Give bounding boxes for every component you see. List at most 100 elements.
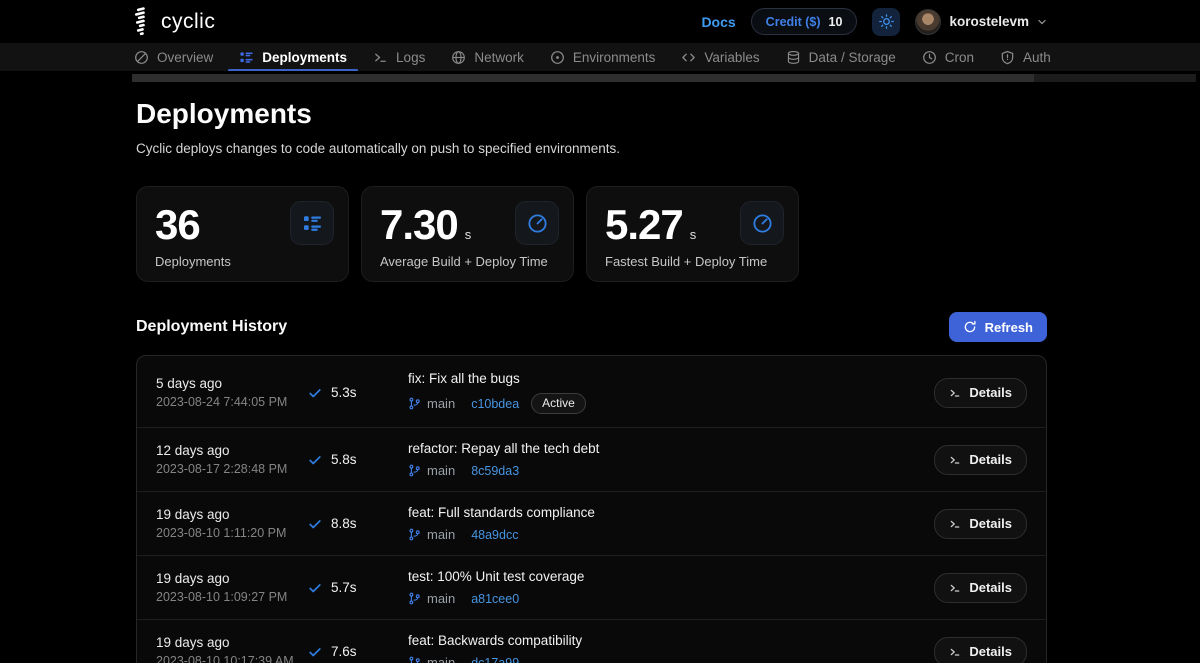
app-header: cyclic Docs Credit ($) 10 korostelevm <box>0 0 1200 43</box>
refresh-label: Refresh <box>985 320 1033 335</box>
stat-value: 36 <box>155 201 200 249</box>
details-label: Details <box>969 580 1012 595</box>
globe-icon <box>451 50 466 65</box>
commit-hash-link[interactable]: 48a9dcc <box>471 528 518 542</box>
deployment-history-panel: 5 days ago 2023-08-24 7:44:05 PM 5.3s fi… <box>136 355 1047 663</box>
commit-hash-link[interactable]: 8c59da3 <box>471 464 519 478</box>
branch-name: main <box>427 396 455 411</box>
stat-label: Average Build + Deploy Time <box>380 254 548 269</box>
nav-scrollbar <box>0 74 1200 82</box>
commit-message: feat: Full standards compliance <box>408 505 934 520</box>
timer-icon <box>515 201 559 245</box>
page-title: Deployments <box>136 98 1047 130</box>
branch-name: main <box>427 591 455 606</box>
tab-label: Data / Storage <box>809 50 896 65</box>
terminal-icon <box>949 582 961 594</box>
check-icon <box>308 453 322 467</box>
details-button[interactable]: Details <box>934 637 1027 663</box>
timer-icon <box>740 201 784 245</box>
terminal-icon <box>949 646 961 658</box>
tab-logs[interactable]: Logs <box>360 43 438 71</box>
deploy-status: 8.8s <box>308 516 408 531</box>
relative-time: 19 days ago <box>156 571 308 586</box>
tab-environments[interactable]: Environments <box>537 43 669 71</box>
stats-row: 36 Deployments 7.30 s <box>136 186 1047 282</box>
check-icon <box>308 581 322 595</box>
commit-hash-link[interactable]: a81cee0 <box>471 592 519 606</box>
deploy-when: 12 days ago 2023-08-17 2:28:48 PM <box>156 443 308 476</box>
details-button[interactable]: Details <box>934 573 1027 603</box>
nav-scrollbar-thumb[interactable] <box>132 74 1034 82</box>
tab-cron[interactable]: Cron <box>909 43 987 71</box>
tab-label: Variables <box>704 50 759 65</box>
nav-tabs: Overview Deployments Logs <box>0 43 1055 71</box>
chevron-down-icon <box>1037 17 1047 27</box>
tab-label: Logs <box>396 50 425 65</box>
tab-overview[interactable]: Overview <box>121 43 226 71</box>
deploy-status: 7.6s <box>308 644 408 659</box>
refresh-icon <box>963 320 977 334</box>
git-branch-icon <box>408 592 421 605</box>
details-label: Details <box>969 452 1012 467</box>
terminal-icon <box>949 387 961 399</box>
deploy-when: 5 days ago 2023-08-24 7:44:05 PM <box>156 376 308 409</box>
main-content: Deployments Cyclic deploys changes to co… <box>136 98 1047 663</box>
commit-message: feat: Backwards compatibility <box>408 633 934 648</box>
tab-auth[interactable]: Auth <box>987 43 1055 71</box>
build-duration: 7.6s <box>331 644 357 659</box>
credit-button[interactable]: Credit ($) 10 <box>751 8 858 35</box>
theme-toggle-button[interactable] <box>872 8 900 36</box>
account-menu[interactable]: korostelevm <box>915 9 1047 35</box>
details-label: Details <box>969 385 1012 400</box>
terminal-icon <box>373 50 388 65</box>
git-branch-icon <box>408 656 421 663</box>
timestamp: 2023-08-10 10:17:39 AM <box>156 654 308 663</box>
details-button[interactable]: Details <box>934 445 1027 475</box>
docs-link[interactable]: Docs <box>701 14 735 30</box>
tab-label: Environments <box>573 50 656 65</box>
sun-icon <box>879 14 894 29</box>
username: korostelevm <box>949 14 1029 29</box>
stat-label: Deployments <box>155 254 231 269</box>
build-duration: 5.3s <box>331 385 357 400</box>
deploy-commit: feat: Backwards compatibility main dc17a… <box>408 633 934 663</box>
header-actions: Docs Credit ($) 10 korostelevm <box>701 8 1047 36</box>
refresh-button[interactable]: Refresh <box>949 312 1047 342</box>
tab-deployments[interactable]: Deployments <box>226 43 360 71</box>
stat-value: 5.27 <box>605 201 683 249</box>
history-title: Deployment History <box>136 318 287 336</box>
deployment-row: 19 days ago 2023-08-10 10:17:39 AM 7.6s … <box>137 619 1046 663</box>
stat-value: 7.30 <box>380 201 458 249</box>
git-branch-icon <box>408 464 421 477</box>
deploy-when: 19 days ago 2023-08-10 10:17:39 AM <box>156 635 308 663</box>
tab-variables[interactable]: Variables <box>668 43 772 71</box>
commit-hash-link[interactable]: dc17a99 <box>471 656 519 663</box>
build-duration: 5.7s <box>331 580 357 595</box>
deploy-status: 5.8s <box>308 452 408 467</box>
brand[interactable]: cyclic <box>133 7 215 37</box>
overview-icon <box>134 50 149 65</box>
stat-unit: s <box>690 227 697 242</box>
avatar <box>915 9 941 35</box>
credit-value: 10 <box>829 15 843 29</box>
branch-name: main <box>427 527 455 542</box>
tab-network[interactable]: Network <box>438 43 537 71</box>
stat-card-deployments: 36 Deployments <box>136 186 349 282</box>
details-button[interactable]: Details <box>934 378 1027 408</box>
deploy-when: 19 days ago 2023-08-10 1:11:20 PM <box>156 507 308 540</box>
check-icon <box>308 645 322 659</box>
details-label: Details <box>969 516 1012 531</box>
check-icon <box>308 386 322 400</box>
database-icon <box>786 50 801 65</box>
details-button[interactable]: Details <box>934 509 1027 539</box>
commit-hash-link[interactable]: c10bdea <box>471 397 519 411</box>
tab-label: Overview <box>157 50 213 65</box>
deploy-status: 5.3s <box>308 385 408 400</box>
tab-label: Auth <box>1023 50 1051 65</box>
tab-data-storage[interactable]: Data / Storage <box>773 43 909 71</box>
timestamp: 2023-08-10 1:11:20 PM <box>156 526 308 540</box>
deploy-commit: feat: Full standards compliance main 48a… <box>408 505 934 542</box>
tab-label: Deployments <box>262 50 347 65</box>
stat-unit: s <box>465 227 472 242</box>
stat-label: Fastest Build + Deploy Time <box>605 254 767 269</box>
